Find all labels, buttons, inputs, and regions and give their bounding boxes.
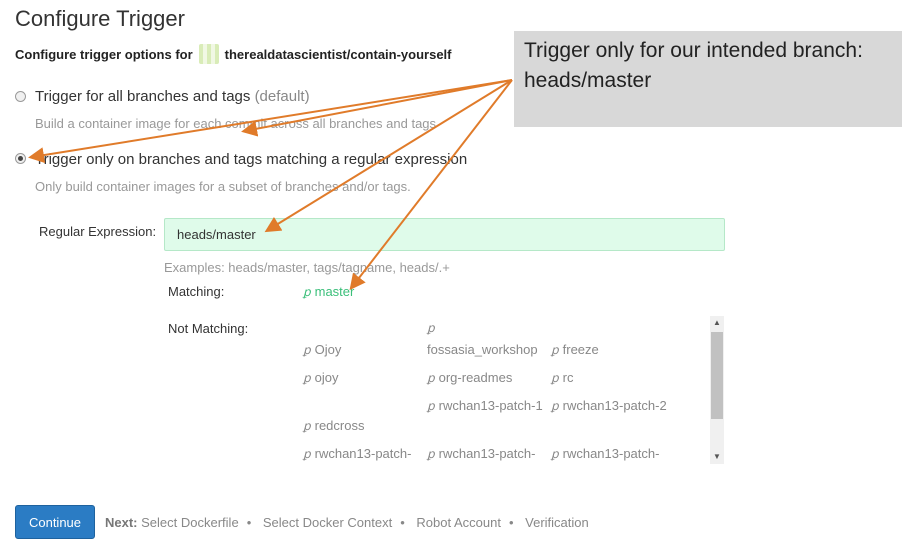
branch-name: fossasia_workshop	[427, 342, 538, 357]
option-all-default-text: (default)	[254, 88, 310, 105]
scroll-thumb[interactable]	[711, 332, 723, 419]
branch-name: Ojoy	[314, 342, 342, 357]
option-regex-label[interactable]: Trigger only on branches and tags matchi…	[35, 151, 467, 168]
regex-examples: Examples: heads/master, tags/tagname, he…	[164, 260, 450, 275]
branch-name: ojoy	[314, 370, 339, 385]
branch-name: rc	[562, 370, 574, 385]
branch-name: freeze	[562, 342, 599, 357]
radio-regex-branches[interactable]	[15, 153, 26, 164]
regex-label: Regular Expression:	[39, 224, 157, 239]
branch-name: rwchan13-patch-	[562, 446, 660, 461]
branch-icon: ꝑ	[427, 321, 435, 335]
not-matching-branch: ꝑ Ojoy	[303, 339, 421, 361]
option-all-description: Build a container image for each commit …	[35, 116, 437, 131]
repo-name: therealdatascientist/contain-yourself	[224, 46, 452, 62]
not-matching-branch: ꝑ ojoy	[303, 367, 421, 389]
not-matching-branch: ꝑ rwchan13-patch-2	[551, 395, 669, 417]
step-select-dockerfile: Select Dockerfile	[141, 515, 239, 530]
branch-icon: ꝑ	[303, 285, 311, 299]
matching-label: Matching:	[168, 284, 225, 299]
not-matching-branch: ꝑ rwchan13-patch-	[303, 443, 421, 465]
regex-input[interactable]	[164, 218, 725, 251]
next-steps: Next: Select Dockerfile • Select Docker C…	[105, 515, 589, 530]
branch-name: rwchan13-patch-	[314, 446, 412, 461]
branch-icon: ꝑ	[427, 371, 435, 385]
radio-all-branches[interactable]	[15, 91, 26, 102]
option-regex-description: Only build container images for a subset…	[35, 179, 411, 194]
subtitle-prefix: Configure trigger options for	[15, 46, 193, 62]
option-all-label-text: Trigger for all branches and tags	[35, 88, 251, 105]
not-matching-label: Not Matching:	[168, 321, 249, 336]
not-matching-branch: ꝑ freeze	[551, 339, 669, 361]
step-robot-account: Robot Account	[416, 515, 501, 530]
matching-branch: ꝑ master	[303, 284, 354, 299]
branch-name: rwchan13-patch-	[438, 446, 536, 461]
branch-name: rwchan13-patch-1	[438, 398, 543, 413]
next-label: Next:	[105, 515, 138, 530]
branch-icon: ꝑ	[551, 447, 559, 461]
branch-name: redcross	[314, 418, 365, 433]
branch-icon: ꝑ	[551, 343, 559, 357]
scroll-down-icon[interactable]: ▼	[710, 450, 724, 464]
not-matching-branch: ꝑ redcross	[303, 415, 421, 437]
branch-icon: ꝑ	[303, 371, 311, 385]
not-matching-branch: ꝑ rwchan13-patch-	[551, 443, 669, 465]
not-matching-branch: ꝑ rc	[551, 367, 669, 389]
not-matching-branch: ꝑ rwchan13-patch-1	[427, 395, 545, 417]
branch-icon: ꝑ	[427, 447, 435, 461]
branch-icon: ꝑ	[303, 419, 311, 433]
branch-icon: ꝑ	[427, 399, 435, 413]
subtitle: Configure trigger options for therealdat…	[15, 44, 452, 64]
not-matching-branch: ꝑ org-readmes	[427, 367, 545, 389]
matching-branch-name: master	[314, 284, 355, 299]
scroll-up-icon[interactable]: ▲	[710, 316, 724, 330]
branch-icon: ꝑ	[303, 447, 311, 461]
option-all-branches-label[interactable]: Trigger for all branches and tags (defau…	[35, 88, 310, 105]
step-select-docker-context: Select Docker Context	[262, 515, 393, 530]
branch-icon: ꝑ	[303, 343, 311, 357]
not-matching-branch: ꝑ fossasia_workshop	[427, 317, 545, 361]
branch-name: org-readmes	[438, 370, 513, 385]
branch-icon: ꝑ	[551, 399, 559, 413]
not-matching-branch: ꝑ rwchan13-patch-	[427, 443, 545, 465]
branch-icon: ꝑ	[551, 371, 559, 385]
branch-name: rwchan13-patch-2	[562, 398, 667, 413]
continue-button[interactable]: Continue	[15, 505, 95, 539]
page-title: Configure Trigger	[15, 6, 185, 31]
annotation-text: Trigger only for our intended branch: he…	[524, 39, 863, 92]
repo-avatar	[198, 44, 219, 64]
step-verification: Verification	[525, 515, 589, 530]
